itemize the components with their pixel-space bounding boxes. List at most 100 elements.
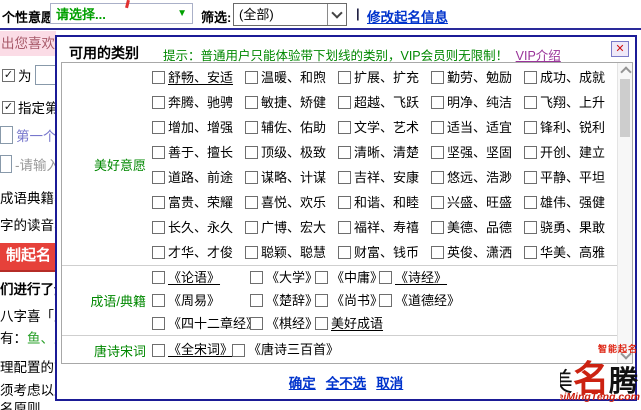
category-item[interactable]: 温暖、和煦 bbox=[245, 65, 338, 90]
category-item[interactable]: 英俊、潇洒 bbox=[431, 240, 524, 265]
category-item[interactable]: 增加、增强 bbox=[152, 115, 245, 140]
vip-intro-link[interactable]: VIP介绍 bbox=[516, 49, 561, 63]
checkbox[interactable] bbox=[524, 221, 537, 234]
checkbox[interactable] bbox=[245, 121, 258, 134]
category-item[interactable]: 聪颖、聪慧 bbox=[245, 240, 338, 265]
category-item[interactable]: 《棋经》 bbox=[250, 312, 315, 335]
checkbox[interactable] bbox=[338, 246, 351, 259]
category-item[interactable]: 飞翔、上升 bbox=[524, 90, 617, 115]
text-input[interactable] bbox=[0, 155, 12, 173]
checkbox[interactable] bbox=[232, 344, 245, 357]
checkbox[interactable] bbox=[338, 171, 351, 184]
checkbox[interactable] bbox=[431, 171, 444, 184]
checkbox[interactable] bbox=[431, 121, 444, 134]
category-item[interactable]: 文学、艺术 bbox=[338, 115, 431, 140]
vertical-scrollbar[interactable] bbox=[617, 63, 632, 363]
checkbox[interactable] bbox=[524, 196, 537, 209]
category-item[interactable]: 敏捷、矫健 bbox=[245, 90, 338, 115]
checkbox[interactable] bbox=[338, 96, 351, 109]
checkbox[interactable] bbox=[315, 317, 328, 330]
checkbox[interactable] bbox=[379, 294, 392, 307]
category-item[interactable]: 锋利、锐利 bbox=[524, 115, 617, 140]
checkbox[interactable] bbox=[524, 121, 537, 134]
checkbox[interactable] bbox=[152, 146, 165, 159]
category-item[interactable]: 《全宋词》 bbox=[152, 336, 232, 364]
category-item[interactable]: 顶级、极致 bbox=[245, 140, 338, 165]
category-item[interactable]: 勤劳、勉励 bbox=[431, 65, 524, 90]
category-item[interactable]: 坚强、坚固 bbox=[431, 140, 524, 165]
category-item[interactable]: 美好成语 bbox=[315, 312, 379, 335]
checkbox[interactable] bbox=[338, 71, 351, 84]
checkbox[interactable] bbox=[431, 146, 444, 159]
firstchar-link[interactable]: 第一个字 bbox=[16, 125, 55, 145]
checkbox[interactable] bbox=[250, 271, 263, 284]
checkbox[interactable] bbox=[431, 71, 444, 84]
checkbox[interactable] bbox=[245, 71, 258, 84]
checkbox[interactable] bbox=[338, 146, 351, 159]
checkbox[interactable] bbox=[524, 146, 537, 159]
category-item[interactable]: 《楚辞》 bbox=[250, 289, 315, 312]
checkbox[interactable] bbox=[250, 317, 263, 330]
category-item[interactable]: 雄伟、强健 bbox=[524, 190, 617, 215]
category-item[interactable]: 奔腾、驰骋 bbox=[152, 90, 245, 115]
category-item[interactable]: 辅佐、佑助 bbox=[245, 115, 338, 140]
cancel-link[interactable]: 取消 bbox=[376, 376, 403, 391]
category-item[interactable]: 成功、成就 bbox=[524, 65, 617, 90]
text-input[interactable] bbox=[35, 65, 56, 85]
checked-checkbox[interactable]: ✓ bbox=[2, 101, 15, 114]
checkbox[interactable] bbox=[245, 221, 258, 234]
checkbox[interactable] bbox=[250, 294, 263, 307]
category-item[interactable]: 喜悦、欢乐 bbox=[245, 190, 338, 215]
category-item[interactable]: 扩展、扩充 bbox=[338, 65, 431, 90]
category-item[interactable]: 和谐、和睦 bbox=[338, 190, 431, 215]
checkbox[interactable] bbox=[379, 271, 392, 284]
checkbox[interactable] bbox=[245, 171, 258, 184]
deselect-all-link[interactable]: 全不选 bbox=[326, 376, 367, 391]
category-item[interactable]: 悠远、浩渺 bbox=[431, 165, 524, 190]
text-input[interactable] bbox=[0, 126, 13, 144]
category-item[interactable]: 清晰、清楚 bbox=[338, 140, 431, 165]
category-item[interactable]: 明净、纯洁 bbox=[431, 90, 524, 115]
checkbox[interactable] bbox=[245, 146, 258, 159]
category-item[interactable]: 吉祥、安康 bbox=[338, 165, 431, 190]
checkbox[interactable] bbox=[152, 71, 165, 84]
checkbox[interactable] bbox=[152, 171, 165, 184]
checkbox[interactable] bbox=[152, 96, 165, 109]
category-item[interactable]: 富贵、荣耀 bbox=[152, 190, 245, 215]
checkbox[interactable] bbox=[152, 344, 165, 357]
checkbox[interactable] bbox=[245, 96, 258, 109]
category-item[interactable]: 《唐诗三百首》 bbox=[232, 336, 339, 364]
checkbox[interactable] bbox=[524, 171, 537, 184]
checkbox[interactable] bbox=[152, 196, 165, 209]
checkbox[interactable] bbox=[245, 196, 258, 209]
confirm-link[interactable]: 确定 bbox=[289, 376, 316, 391]
modify-info-link[interactable]: 修改起名信息 bbox=[367, 6, 448, 26]
scrollbar-thumb[interactable] bbox=[620, 79, 630, 137]
checkbox[interactable] bbox=[338, 221, 351, 234]
checkbox[interactable] bbox=[524, 71, 537, 84]
category-item[interactable]: 骁勇、果敢 bbox=[524, 215, 617, 240]
checkbox[interactable] bbox=[152, 121, 165, 134]
category-item[interactable]: 福祥、寿禧 bbox=[338, 215, 431, 240]
category-item[interactable]: 才华、才俊 bbox=[152, 240, 245, 265]
close-button[interactable]: ✕ bbox=[611, 41, 629, 57]
category-item[interactable]: 《诗经》 bbox=[379, 266, 447, 289]
category-item[interactable]: 道路、前途 bbox=[152, 165, 245, 190]
category-item[interactable]: 美德、品德 bbox=[431, 215, 524, 240]
filter-select[interactable]: (全部) bbox=[233, 3, 347, 26]
category-item[interactable]: 舒畅、安适 bbox=[152, 65, 245, 90]
checkbox[interactable] bbox=[315, 294, 328, 307]
preference-dropdown[interactable]: 请选择... ▼ bbox=[50, 3, 193, 24]
category-item[interactable]: 华美、高雅 bbox=[524, 240, 617, 265]
category-item[interactable]: 财富、钱币 bbox=[338, 240, 431, 265]
checked-checkbox[interactable]: ✓ bbox=[2, 69, 15, 82]
category-item[interactable]: 广博、宏大 bbox=[245, 215, 338, 240]
category-item[interactable]: 《四十二章经》 bbox=[152, 312, 250, 335]
checkbox[interactable] bbox=[338, 121, 351, 134]
category-item[interactable]: 兴盛、旺盛 bbox=[431, 190, 524, 215]
checkbox[interactable] bbox=[152, 246, 165, 259]
checkbox[interactable] bbox=[524, 246, 537, 259]
category-item[interactable]: 谋略、计谋 bbox=[245, 165, 338, 190]
checkbox[interactable] bbox=[152, 294, 165, 307]
category-item[interactable]: 《道德经》 bbox=[379, 289, 460, 312]
